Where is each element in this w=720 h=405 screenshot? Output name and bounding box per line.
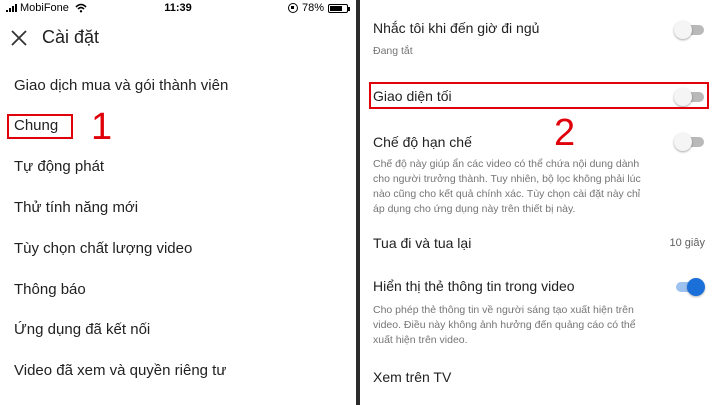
- menu-item-history-privacy[interactable]: Video đã xem và quyền riêng tư: [14, 362, 226, 379]
- bedtime-reminder-title: Nhắc tôi khi đến giờ đi ngủ: [373, 20, 540, 36]
- app-bar: Cài đặt: [0, 20, 356, 56]
- seek-value: 10 giây: [669, 237, 705, 249]
- restricted-mode-title: Chế độ hạn chế: [373, 134, 472, 150]
- general-settings-panel: Nhắc tôi khi đến giờ đi ngủ Đang tắt Gia…: [360, 0, 720, 405]
- menu-item-connected-apps[interactable]: Ứng dụng đã kết nối: [14, 321, 150, 338]
- seek-title[interactable]: Tua đi và tua lại: [373, 235, 471, 251]
- status-bar: MobiFone 11:39 78%: [0, 0, 356, 17]
- bedtime-reminder-toggle[interactable]: [674, 21, 704, 39]
- step-number-2: 2: [554, 112, 576, 154]
- menu-item-purchases[interactable]: Giao dịch mua và gói thành viên: [14, 77, 228, 94]
- menu-item-autoplay[interactable]: Tự động phát: [14, 158, 104, 175]
- bedtime-reminder-status: Đang tắt: [373, 45, 413, 57]
- info-cards-toggle[interactable]: [674, 278, 705, 296]
- restricted-mode-description: Chế độ này giúp ẩn các video có thể chứa…: [373, 158, 641, 215]
- menu-item-video-quality[interactable]: Tùy chọn chất lượng video: [14, 240, 192, 257]
- rotation-lock-icon: [287, 3, 298, 13]
- info-cards-description: Cho phép thẻ thông tin về người sáng tạo…: [373, 304, 636, 346]
- step-number-1: 1: [91, 106, 113, 148]
- watch-on-tv-title[interactable]: Xem trên TV: [373, 369, 451, 385]
- close-icon[interactable]: [10, 29, 28, 47]
- page-title: Cài đặt: [42, 27, 100, 47]
- battery-icon: [328, 3, 350, 13]
- menu-item-try-new-features[interactable]: Thử tính năng mới: [14, 199, 138, 216]
- battery-percent: 78%: [301, 2, 324, 14]
- highlight-box-general: [7, 114, 73, 139]
- settings-menu-panel: MobiFone 11:39 78% Cài đặt Giao dịch mua…: [0, 0, 356, 405]
- restricted-mode-toggle[interactable]: [674, 133, 704, 151]
- menu-item-notifications[interactable]: Thông báo: [14, 281, 86, 298]
- highlight-box-dark-theme: [369, 82, 709, 109]
- info-cards-title: Hiển thị thẻ thông tin trong video: [373, 278, 575, 294]
